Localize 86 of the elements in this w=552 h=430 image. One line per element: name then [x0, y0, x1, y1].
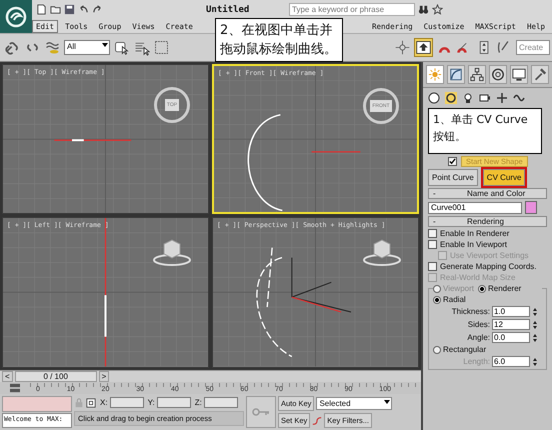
spinner-field[interactable]: 0.0	[492, 332, 530, 343]
app-logo-icon[interactable]	[0, 0, 32, 33]
time-slider-thumb[interactable]: 0 / 100	[14, 371, 97, 382]
move-up-icon[interactable]	[414, 38, 433, 57]
radio-label: Viewport	[443, 284, 474, 293]
curve-editor-icon[interactable]	[8, 383, 22, 394]
hierarchy-tab-icon[interactable]	[468, 65, 486, 84]
binoculars-icon[interactable]	[418, 4, 429, 15]
window-title: Untitled	[206, 4, 250, 14]
radio-button[interactable]	[433, 284, 441, 292]
coordinate-field[interactable]	[110, 397, 144, 408]
rollout-title: Rendering	[467, 217, 504, 226]
field-label: Angle:	[467, 333, 490, 342]
previous-frame-button[interactable]: <	[2, 371, 13, 382]
new-file-icon[interactable]	[36, 4, 47, 15]
spinner-arrows-icon[interactable]	[532, 320, 538, 330]
undo-icon[interactable]	[78, 4, 89, 15]
radio-button[interactable]	[433, 296, 441, 304]
checkbox-label: Enable In Viewport	[440, 240, 508, 249]
object-type-button[interactable]: CV Curve	[482, 169, 526, 186]
star-icon[interactable]	[432, 4, 443, 15]
space-warps-icon[interactable]	[513, 92, 525, 104]
dropdown-arrow-icon	[102, 43, 108, 47]
object-type-button[interactable]: Point Curve	[428, 169, 478, 186]
radio-button[interactable]	[478, 284, 486, 292]
axis-drawing	[291, 257, 352, 313]
search-field[interactable]: Type a keyword or phrase	[289, 3, 415, 16]
checkbox-label: Enable In Renderer	[440, 229, 510, 238]
helpers-icon[interactable]	[496, 92, 508, 104]
rollout-header[interactable]: - Rendering	[428, 216, 547, 227]
collapse-sign: -	[433, 217, 437, 226]
selection-filter-dropdown[interactable]: All	[64, 40, 110, 55]
dropdown-arrow-icon	[384, 400, 390, 404]
coordinate-label: Y:	[148, 398, 155, 407]
radio-label: Rectangular	[443, 345, 486, 354]
radio-label: Radial	[443, 295, 466, 304]
checkbox[interactable]	[428, 262, 437, 271]
checkbox-label: Generate Mapping Coords.	[440, 262, 536, 271]
checkbox[interactable]	[428, 240, 437, 249]
modify-tab-icon[interactable]	[447, 65, 465, 84]
display-tab-icon[interactable]	[510, 65, 528, 84]
key-mode-dropdown[interactable]: Selected	[316, 397, 392, 410]
open-folder-icon[interactable]	[50, 4, 61, 15]
callout-text: 2、在视图中单击并拖动鼠标绘制曲线。	[215, 18, 343, 62]
coordinate-field[interactable]	[204, 397, 238, 408]
field-label: Length:	[463, 357, 490, 366]
checkbox[interactable]	[448, 157, 457, 166]
checkbox-label: Real-World Map Size	[440, 273, 516, 282]
select-object-icon[interactable]	[113, 39, 130, 56]
named-selection-field[interactable]: Create	[516, 40, 550, 55]
spinner-field[interactable]: 12	[492, 319, 530, 330]
field-label: Thickness:	[452, 307, 490, 316]
field-label: Sides:	[468, 320, 490, 329]
radio-button[interactable]	[433, 346, 441, 354]
coordinate-label: X:	[100, 398, 108, 407]
save-icon[interactable]	[64, 4, 75, 15]
rollout-title: Name and Color	[467, 189, 526, 198]
spinner-arrows-icon[interactable]	[532, 356, 538, 366]
rectangle-selection-icon[interactable]	[153, 39, 170, 56]
radio-label: Renderer	[488, 284, 522, 293]
redo-icon[interactable]	[92, 4, 103, 15]
key-tangent-icon[interactable]	[312, 416, 322, 426]
collapse-sign: -	[433, 189, 437, 198]
spinner-arrows-icon[interactable]	[532, 332, 538, 342]
checkbox-label: Use Viewport Settings	[450, 251, 529, 260]
motion-tab-icon[interactable]	[489, 65, 507, 84]
rollout-header[interactable]: - Name and Color	[428, 188, 547, 199]
coordinate-label: Z:	[194, 398, 202, 407]
key-icon	[251, 407, 271, 417]
color-swatch[interactable]	[525, 201, 537, 214]
hammer-icon[interactable]	[531, 65, 549, 84]
lights-icon[interactable]	[462, 92, 474, 104]
callout-text: 1、单击 CV Curve 按钮。	[428, 108, 542, 154]
shapes-icon[interactable]	[445, 92, 457, 104]
spinner-arrows-icon[interactable]	[532, 306, 538, 316]
checkbox[interactable]	[428, 229, 437, 238]
link-icon[interactable]	[4, 39, 21, 56]
geometry-icon[interactable]	[428, 92, 440, 104]
absolute-mode-icon[interactable]	[86, 398, 96, 408]
camera-icon[interactable]	[479, 92, 491, 104]
spinner-field[interactable]: 1.0	[492, 306, 530, 317]
coordinate-field[interactable]	[156, 397, 191, 408]
spinner-field[interactable]: 6.0	[492, 356, 530, 367]
wave-icon[interactable]	[44, 39, 61, 56]
create-tab-icon[interactable]	[426, 65, 444, 84]
object-name-field[interactable]: Curve001	[428, 202, 522, 214]
